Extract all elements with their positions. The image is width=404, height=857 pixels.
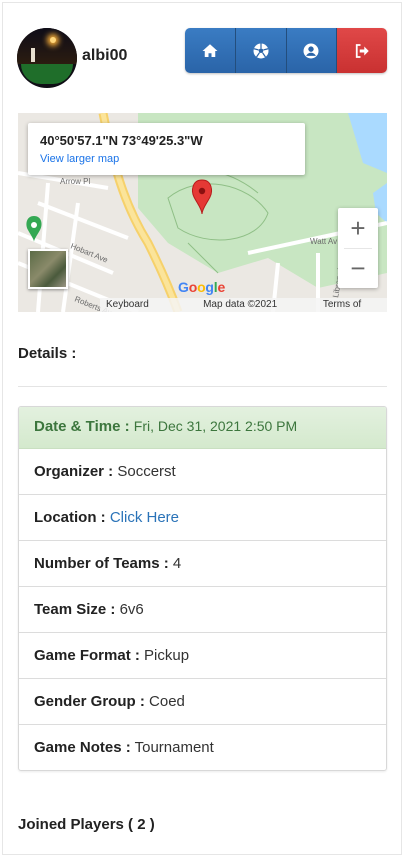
- detail-value: Soccerst: [117, 463, 176, 480]
- soccer-ball-icon: [253, 43, 269, 58]
- detail-label: Location :: [34, 509, 106, 526]
- detail-value: 6v6: [119, 601, 144, 618]
- username: albi00: [82, 47, 128, 64]
- view-larger-map-link[interactable]: View larger map: [40, 153, 119, 165]
- detail-label: Organizer :: [34, 463, 114, 480]
- date-time-label: Date & Time :: [34, 418, 130, 435]
- map-coordinates: 40°50'57.1"N 73°49'25.3"W: [40, 133, 203, 148]
- map-attribution: Keyboard shortcuts Map data ©2021 Google…: [100, 298, 387, 312]
- zoom-controls: + −: [338, 208, 378, 288]
- detail-row-team-size: Team Size : 6v6: [19, 587, 386, 633]
- detail-row-location: Location : Click Here: [19, 495, 386, 541]
- joined-players-title: Joined Players ( 2 ): [18, 816, 155, 833]
- logout-button[interactable]: [337, 28, 387, 73]
- satellite-toggle[interactable]: [28, 249, 68, 289]
- street-label: Watt Av: [310, 237, 337, 246]
- google-logo: Google: [178, 279, 226, 295]
- detail-row-number-of-teams: Number of Teams : 4: [19, 541, 386, 587]
- detail-label: Gender Group :: [34, 693, 145, 710]
- street-label: Arrow Pl: [60, 177, 90, 186]
- map-data-text: Map data ©2021 Google: [203, 299, 278, 310]
- details-title: Details :: [18, 345, 77, 362]
- detail-label: Game Format :: [34, 647, 140, 664]
- user-circle-icon: [303, 43, 319, 58]
- avatar[interactable]: [17, 28, 77, 88]
- soccer-button[interactable]: [235, 28, 287, 73]
- location-link[interactable]: Click Here: [110, 509, 179, 526]
- details-panel: Date & Time : Fri, Dec 31, 2021 2:50 PM …: [18, 406, 387, 771]
- divider: [18, 386, 387, 387]
- map-info-box: 40°50'57.1"N 73°49'25.3"W View larger ma…: [28, 123, 305, 175]
- detail-label: Game Notes :: [34, 739, 131, 756]
- detail-value: Pickup: [144, 647, 190, 664]
- date-time-row: Date & Time : Fri, Dec 31, 2021 2:50 PM: [19, 407, 386, 449]
- detail-value: Coed: [149, 693, 185, 710]
- detail-label: Number of Teams :: [34, 555, 169, 572]
- date-time-value: Fri, Dec 31, 2021 2:50 PM: [133, 418, 298, 434]
- sign-out-icon: [355, 43, 369, 58]
- location-map[interactable]: Arrow Pl Watt Av Library Ave Roberts Ave…: [18, 113, 387, 312]
- detail-row-game-notes: Game Notes : Tournament: [19, 725, 386, 770]
- keyboard-shortcuts-link[interactable]: Keyboard shortcuts: [100, 298, 197, 312]
- home-icon: [202, 43, 218, 57]
- detail-row-game-format: Game Format : Pickup: [19, 633, 386, 679]
- terms-of-use-link[interactable]: Terms of Use: [317, 298, 387, 312]
- zoom-in-button[interactable]: +: [338, 208, 378, 248]
- profile-button[interactable]: [286, 28, 338, 73]
- detail-row-gender-group: Gender Group : Coed: [19, 679, 386, 725]
- detail-label: Team Size :: [34, 601, 116, 618]
- detail-row-organizer: Organizer : Soccerst: [19, 449, 386, 495]
- home-button[interactable]: [185, 28, 236, 73]
- nav-button-group: [185, 28, 387, 73]
- header: albi00: [0, 0, 404, 100]
- detail-value: 4: [172, 555, 182, 572]
- zoom-out-button[interactable]: −: [338, 248, 378, 288]
- detail-value: Tournament: [134, 739, 214, 756]
